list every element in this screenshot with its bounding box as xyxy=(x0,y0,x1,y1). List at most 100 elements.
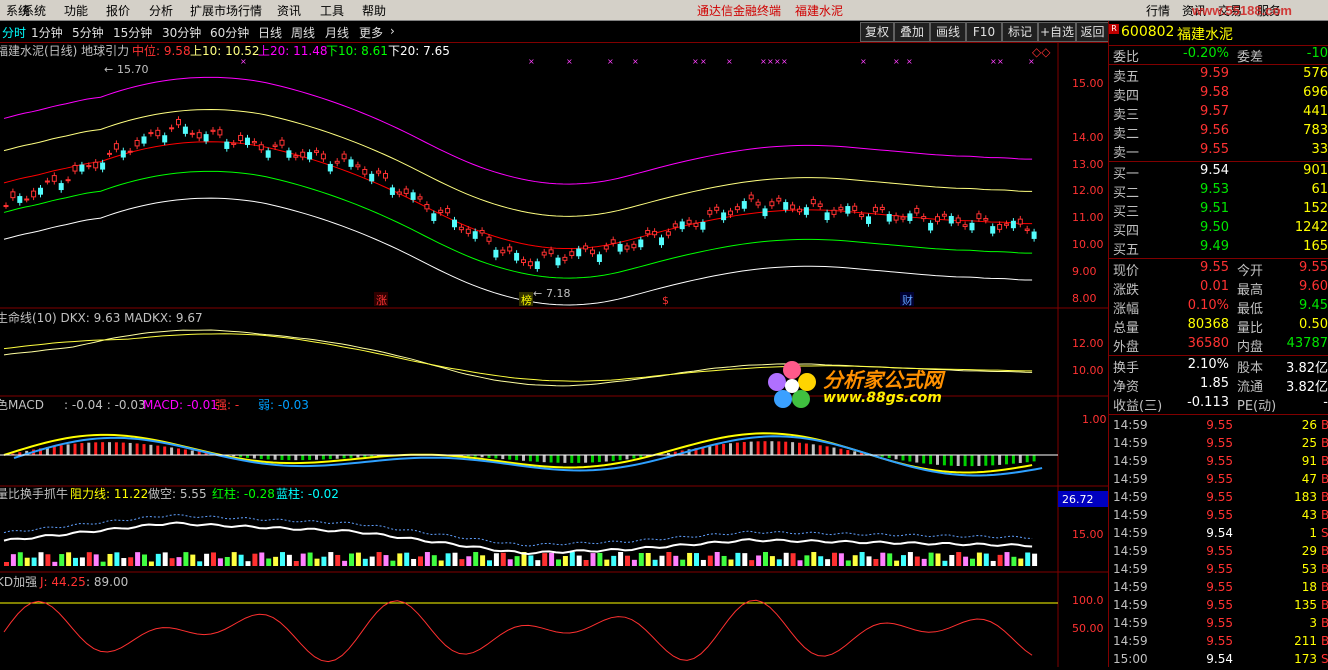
promo-terminal: 通达信金融终端 xyxy=(697,4,782,18)
period-more[interactable]: 更多 xyxy=(359,24,383,41)
tick-row[interactable]: 14:59 9.55 25 B xyxy=(1109,436,1328,454)
menu-news[interactable]: 资讯 xyxy=(277,2,301,19)
svg-text:×: × xyxy=(893,57,900,66)
f10-button[interactable]: F10 xyxy=(966,22,1002,42)
tick-row[interactable]: 14:59 9.55 29 B xyxy=(1109,544,1328,562)
tick-row[interactable]: 14:59 9.55 183 B xyxy=(1109,490,1328,508)
bid-row[interactable]: 买五 9.49 165 xyxy=(1109,239,1328,258)
event-marker-finance[interactable]: 财 xyxy=(902,293,913,307)
ask-row[interactable]: 卖五 9.59 576 xyxy=(1109,66,1328,85)
back-button[interactable]: 返回 xyxy=(1076,22,1109,42)
svg-text:×: × xyxy=(632,57,639,66)
macd-label-c: MACD: -0.01 xyxy=(143,398,218,412)
diamond-marker-icon: ◇◇ xyxy=(1032,45,1051,59)
period-60min[interactable]: 60分钟 xyxy=(210,24,249,41)
tick-row[interactable]: 14:59 9.55 26 B xyxy=(1109,418,1328,436)
svg-text:×: × xyxy=(566,57,573,66)
kd-ytick-50: 50.00 xyxy=(1072,622,1104,635)
stat-row: 涨跌 0.01 最高 9.60 xyxy=(1113,279,1328,298)
r-badge-icon: R xyxy=(1109,24,1119,34)
svg-text:×: × xyxy=(781,57,788,66)
kd-lines xyxy=(0,599,1058,663)
period-1min[interactable]: 1分钟 xyxy=(31,24,63,41)
vol-cursor-value: 26.72 xyxy=(1062,493,1094,506)
event-marker-up[interactable]: 涨 xyxy=(376,294,387,307)
ask-row[interactable]: 卖四 9.58 696 xyxy=(1109,85,1328,104)
tick-row[interactable]: 14:59 9.54 1 S xyxy=(1109,526,1328,544)
period-intraday[interactable]: 分时 xyxy=(2,24,26,41)
kd-label-b: J: 44.25 xyxy=(39,575,86,589)
dkx-label: 生命线(10) DKX: 9.63 MADKX: 9.67 xyxy=(0,310,203,325)
watermark: 分析家公式网 www.88gs.com xyxy=(765,358,965,410)
tick-row[interactable]: 14:59 9.55 47 B xyxy=(1109,472,1328,490)
tick-row[interactable]: 14:59 9.55 211 B xyxy=(1109,634,1328,652)
gravity-bands xyxy=(3,76,1033,306)
menu-extended-market[interactable]: 扩展市场行情 xyxy=(190,2,262,19)
tick-row[interactable]: 15:00 9.54 173 S xyxy=(1109,652,1328,670)
mark-button[interactable]: 标记 xyxy=(1002,22,1038,42)
svg-text:12.00: 12.00 xyxy=(1072,184,1104,197)
draw-button[interactable]: 画线 xyxy=(930,22,966,42)
watermark-title: 分析家公式网 xyxy=(823,368,943,392)
high-annotation-arrow: ← xyxy=(104,63,113,76)
stat2-row: 净资 1.85 流通 3.82亿 xyxy=(1113,376,1328,395)
stat-row: 总量 80368 量比 0.50 xyxy=(1113,317,1328,336)
svg-text:9.00: 9.00 xyxy=(1072,265,1097,278)
menu-system-label[interactable]: 系统 xyxy=(22,2,46,19)
tick-row[interactable]: 14:59 9.55 18 B xyxy=(1109,580,1328,598)
tick-row[interactable]: 14:59 9.55 43 B xyxy=(1109,508,1328,526)
bid-row[interactable]: 买三 9.51 152 xyxy=(1109,201,1328,220)
ask-row[interactable]: 卖三 9.57 441 xyxy=(1109,104,1328,123)
low-annotation: 7.18 xyxy=(546,287,571,300)
vol-label-e: 蓝柱: -0.02 xyxy=(276,486,339,501)
event-marker-dollar[interactable]: $ xyxy=(662,294,669,307)
period-5min[interactable]: 5分钟 xyxy=(72,24,104,41)
event-marker-rank[interactable]: 榜 xyxy=(521,293,532,307)
svg-text:×: × xyxy=(528,57,535,66)
period-week[interactable]: 周线 xyxy=(291,24,315,41)
kline-chart[interactable]: × × × × × × × × × × × × × × × × × × 福建水泥(日线) 地球引力 中位: 9.5… xyxy=(0,42,1108,667)
svg-text:×: × xyxy=(726,57,733,66)
menu-analysis[interactable]: 分析 xyxy=(149,2,173,19)
period-toolbar: 分时 1分钟 5分钟 15分钟 30分钟 60分钟 日线 周线 月线 更多 › … xyxy=(0,21,1109,43)
svg-text:13.00: 13.00 xyxy=(1072,158,1104,171)
tick-row[interactable]: 14:59 9.55 135 B xyxy=(1109,598,1328,616)
dkx-ytick-10: 10.00 xyxy=(1072,364,1104,377)
period-15min[interactable]: 15分钟 xyxy=(113,24,152,41)
bid-row[interactable]: 买二 9.53 61 xyxy=(1109,182,1328,201)
ask-row[interactable]: 卖一 9.55 33 xyxy=(1109,142,1328,161)
svg-text:×: × xyxy=(607,57,614,66)
period-month[interactable]: 月线 xyxy=(325,24,349,41)
macd-ytick: 1.00 xyxy=(1082,413,1107,426)
period-30min[interactable]: 30分钟 xyxy=(162,24,201,41)
menu-help[interactable]: 帮助 xyxy=(362,2,386,19)
ask-row[interactable]: 卖二 9.56 783 xyxy=(1109,123,1328,142)
menu-right-quote[interactable]: 行情 xyxy=(1146,2,1170,19)
menu-quote[interactable]: 报价 xyxy=(106,2,130,19)
stock-name: 福建水泥 xyxy=(1177,27,1233,43)
kd-label-a: KD加强 xyxy=(0,575,37,589)
stat-row: 涨幅 0.10% 最低 9.45 xyxy=(1113,298,1328,317)
tick-row[interactable]: 14:59 9.55 3 B xyxy=(1109,616,1328,634)
adjust-button[interactable]: 复权 xyxy=(860,22,894,42)
bid-row[interactable]: 买四 9.50 1242 xyxy=(1109,220,1328,239)
watermark-url: www.88gs.com xyxy=(823,390,942,406)
period-day[interactable]: 日线 xyxy=(258,24,282,41)
menu-tools[interactable]: 工具 xyxy=(320,2,344,19)
chevron-right-icon[interactable]: › xyxy=(390,24,395,38)
add-favorite-button[interactable]: +自选 xyxy=(1038,22,1076,42)
overlay-button[interactable]: 叠加 xyxy=(894,22,930,42)
flower-logo-icon xyxy=(768,361,816,408)
menu-function[interactable]: 功能 xyxy=(64,2,88,19)
tick-row[interactable]: 14:59 9.55 91 B xyxy=(1109,454,1328,472)
stat2-row: 换手 2.10% 股本 3.82亿 xyxy=(1113,357,1328,376)
bid-row[interactable]: 买一 9.54 901 xyxy=(1109,163,1328,182)
up20-label: 上20: 11.48 xyxy=(258,44,327,58)
svg-text:×: × xyxy=(774,57,781,66)
vol-label-c: 做空: 5.55 xyxy=(148,486,207,501)
weibi-row: 委比 -0.20% 委差 -10 xyxy=(1113,46,1328,65)
stat-row: 外盘 36580 内盘 43787 xyxy=(1113,336,1328,355)
up10-label: 上10: 10.52 xyxy=(190,44,259,58)
main-label: 福建水泥(日线) 地球引力 xyxy=(0,43,129,58)
tick-row[interactable]: 14:59 9.55 53 B xyxy=(1109,562,1328,580)
